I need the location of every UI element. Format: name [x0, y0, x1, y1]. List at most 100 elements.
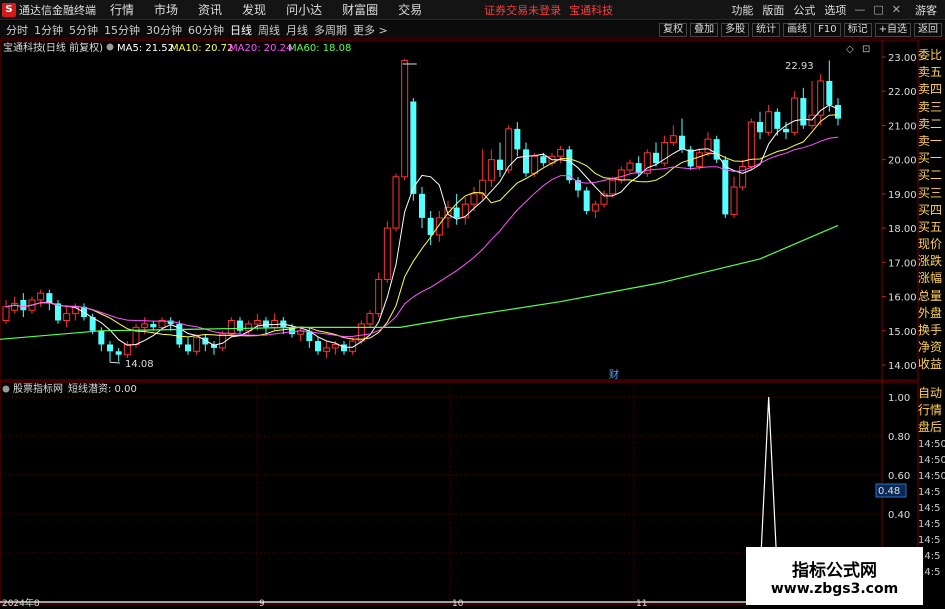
candle-body-down	[800, 98, 807, 126]
right-item[interactable]: 买二	[918, 167, 945, 184]
btn-overlay[interactable]: 叠加	[690, 22, 719, 37]
candle-body-up	[227, 320, 235, 335]
settings-dot-icon[interactable]	[106, 43, 114, 51]
right-item[interactable]: 总量	[918, 288, 945, 305]
period-weekly[interactable]: 周线	[258, 22, 280, 38]
period-multi[interactable]: 多周期	[314, 22, 347, 38]
btn-draw[interactable]: 画线	[783, 22, 812, 37]
right-item[interactable]: 买五	[918, 219, 945, 236]
period-daily[interactable]: 日线	[230, 22, 252, 38]
candle-body-down	[410, 101, 417, 194]
period-30min[interactable]: 30分钟	[146, 22, 182, 38]
chart-area[interactable]: 23.00 22.00 21.00 20.00 19.00 18.00 17.00 16.00…	[0, 39, 945, 609]
btn-f10[interactable]: F10	[814, 22, 841, 37]
menu-function[interactable]: 功能	[731, 2, 753, 18]
candle-body-up	[557, 148, 565, 157]
y-tick-label: 22.00	[888, 87, 917, 98]
menu-wealth[interactable]: 财富圈	[342, 1, 378, 18]
x-label-aug: 2024年8	[2, 597, 40, 609]
candle-body-up	[791, 97, 799, 133]
candle-body-down	[523, 149, 529, 174]
right-item[interactable]: 涨幅	[918, 270, 945, 287]
y-tick-label: 21.00	[888, 121, 917, 132]
x-label-nov: 11	[636, 599, 647, 609]
btn-adjust[interactable]: 复权	[659, 22, 688, 37]
right-item[interactable]: 换手	[918, 322, 945, 339]
menu-market[interactable]: 市场	[154, 1, 178, 18]
btn-add-watchlist[interactable]: +自选	[874, 22, 911, 37]
right-item[interactable]: 卖二	[918, 116, 945, 133]
kline-chart-svg[interactable]: 23.00 22.00 21.00 20.00 19.00 18.00 17.00 16.00…	[0, 39, 945, 609]
tick-time: 14:5	[918, 519, 941, 530]
x-label-oct: 10	[452, 599, 464, 609]
period-1min[interactable]: 1分钟	[34, 22, 63, 38]
menu-options[interactable]: 选项	[824, 2, 846, 18]
maximize-icon[interactable]: □	[873, 3, 883, 16]
ma20-label: MA20: 20.24	[229, 43, 292, 54]
candle-body-up	[626, 162, 634, 171]
indicator-tick-label: 0.80	[888, 432, 910, 443]
finance-marker[interactable]: 财	[609, 368, 619, 381]
menu-trade[interactable]: 交易	[398, 1, 422, 18]
period-60min[interactable]: 60分钟	[188, 22, 224, 38]
quote-side-list: 委比 卖五 卖四 卖三 卖二 卖一 买一 买二 买三 买四 买五 现价 涨跌 涨…	[918, 47, 945, 374]
period-more[interactable]: 更多 >	[353, 22, 388, 38]
menu-discover[interactable]: 发现	[242, 1, 266, 18]
right-item[interactable]: 卖一	[918, 133, 945, 150]
candle-body-up	[193, 337, 201, 352]
candle-body-down	[757, 122, 763, 133]
candle-body-up	[37, 292, 45, 301]
candle-body-down	[514, 128, 521, 150]
candle-body-up	[392, 176, 400, 229]
minimize-icon[interactable]: —	[854, 3, 865, 16]
tick-time: 14:50	[918, 455, 945, 466]
candle-body-down	[150, 323, 157, 328]
btn-stats[interactable]: 统计	[752, 22, 781, 37]
right-item[interactable]: 买四	[918, 202, 945, 219]
period-monthly[interactable]: 月线	[286, 22, 308, 38]
btn-back[interactable]: 返回	[914, 22, 942, 37]
btn-multi-stock[interactable]: 多股	[721, 22, 750, 37]
right-item[interactable]: 卖四	[918, 81, 945, 98]
right-item[interactable]: 买三	[918, 185, 945, 202]
menu-formula[interactable]: 公式	[793, 2, 815, 18]
btn-mark[interactable]: 标记	[843, 22, 872, 37]
y-tick-label: 23.00	[888, 53, 917, 64]
period-15min[interactable]: 15分钟	[104, 22, 140, 38]
right-item[interactable]: 涨跌	[918, 253, 945, 270]
right-item2[interactable]: 行情	[918, 402, 945, 419]
close-icon[interactable]: ✕	[892, 3, 901, 16]
diamond-icon[interactable]: ◇	[846, 44, 854, 55]
candle-body-up	[253, 320, 261, 325]
ma10-label: MA10: 20.72	[170, 43, 233, 54]
candle-body-down	[185, 344, 191, 352]
watermark-url: www.zbgs3.com	[770, 580, 899, 597]
shrink-icon[interactable]: ⊡	[862, 44, 870, 55]
right-item[interactable]: 外盘	[918, 305, 945, 322]
candle-body-down	[237, 320, 243, 331]
guest-label[interactable]: 游客	[915, 2, 937, 18]
period-5min[interactable]: 5分钟	[69, 22, 98, 38]
right-item[interactable]: 收益	[918, 356, 945, 373]
right-item2[interactable]: 自动	[918, 385, 945, 402]
right-item[interactable]: 卖三	[918, 99, 945, 116]
y-tick-label: 17.00	[888, 258, 917, 269]
candle-body-up	[487, 159, 495, 181]
right-item[interactable]: 净资	[918, 339, 945, 356]
indicator-settings-icon[interactable]	[2, 385, 10, 393]
y-tick-label: 14.00	[888, 361, 917, 372]
menu-quotes[interactable]: 行情	[110, 1, 134, 18]
right-item[interactable]: 委比	[918, 47, 945, 64]
trade-login-warning[interactable]: 证券交易未登录	[484, 2, 561, 18]
candle-body-up	[479, 179, 487, 195]
menu-ask[interactable]: 问小达	[286, 1, 322, 18]
right-item[interactable]: 卖五	[918, 64, 945, 81]
candle-body-up	[470, 193, 478, 205]
right-item[interactable]: 买一	[918, 150, 945, 167]
menu-layout[interactable]: 版面	[762, 2, 784, 18]
y-tick-label: 16.00	[888, 293, 917, 304]
right-item[interactable]: 现价	[918, 236, 945, 253]
right-item2[interactable]: 盘后	[918, 419, 945, 436]
menu-news[interactable]: 资讯	[198, 1, 222, 18]
period-intraday[interactable]: 分时	[6, 22, 28, 38]
